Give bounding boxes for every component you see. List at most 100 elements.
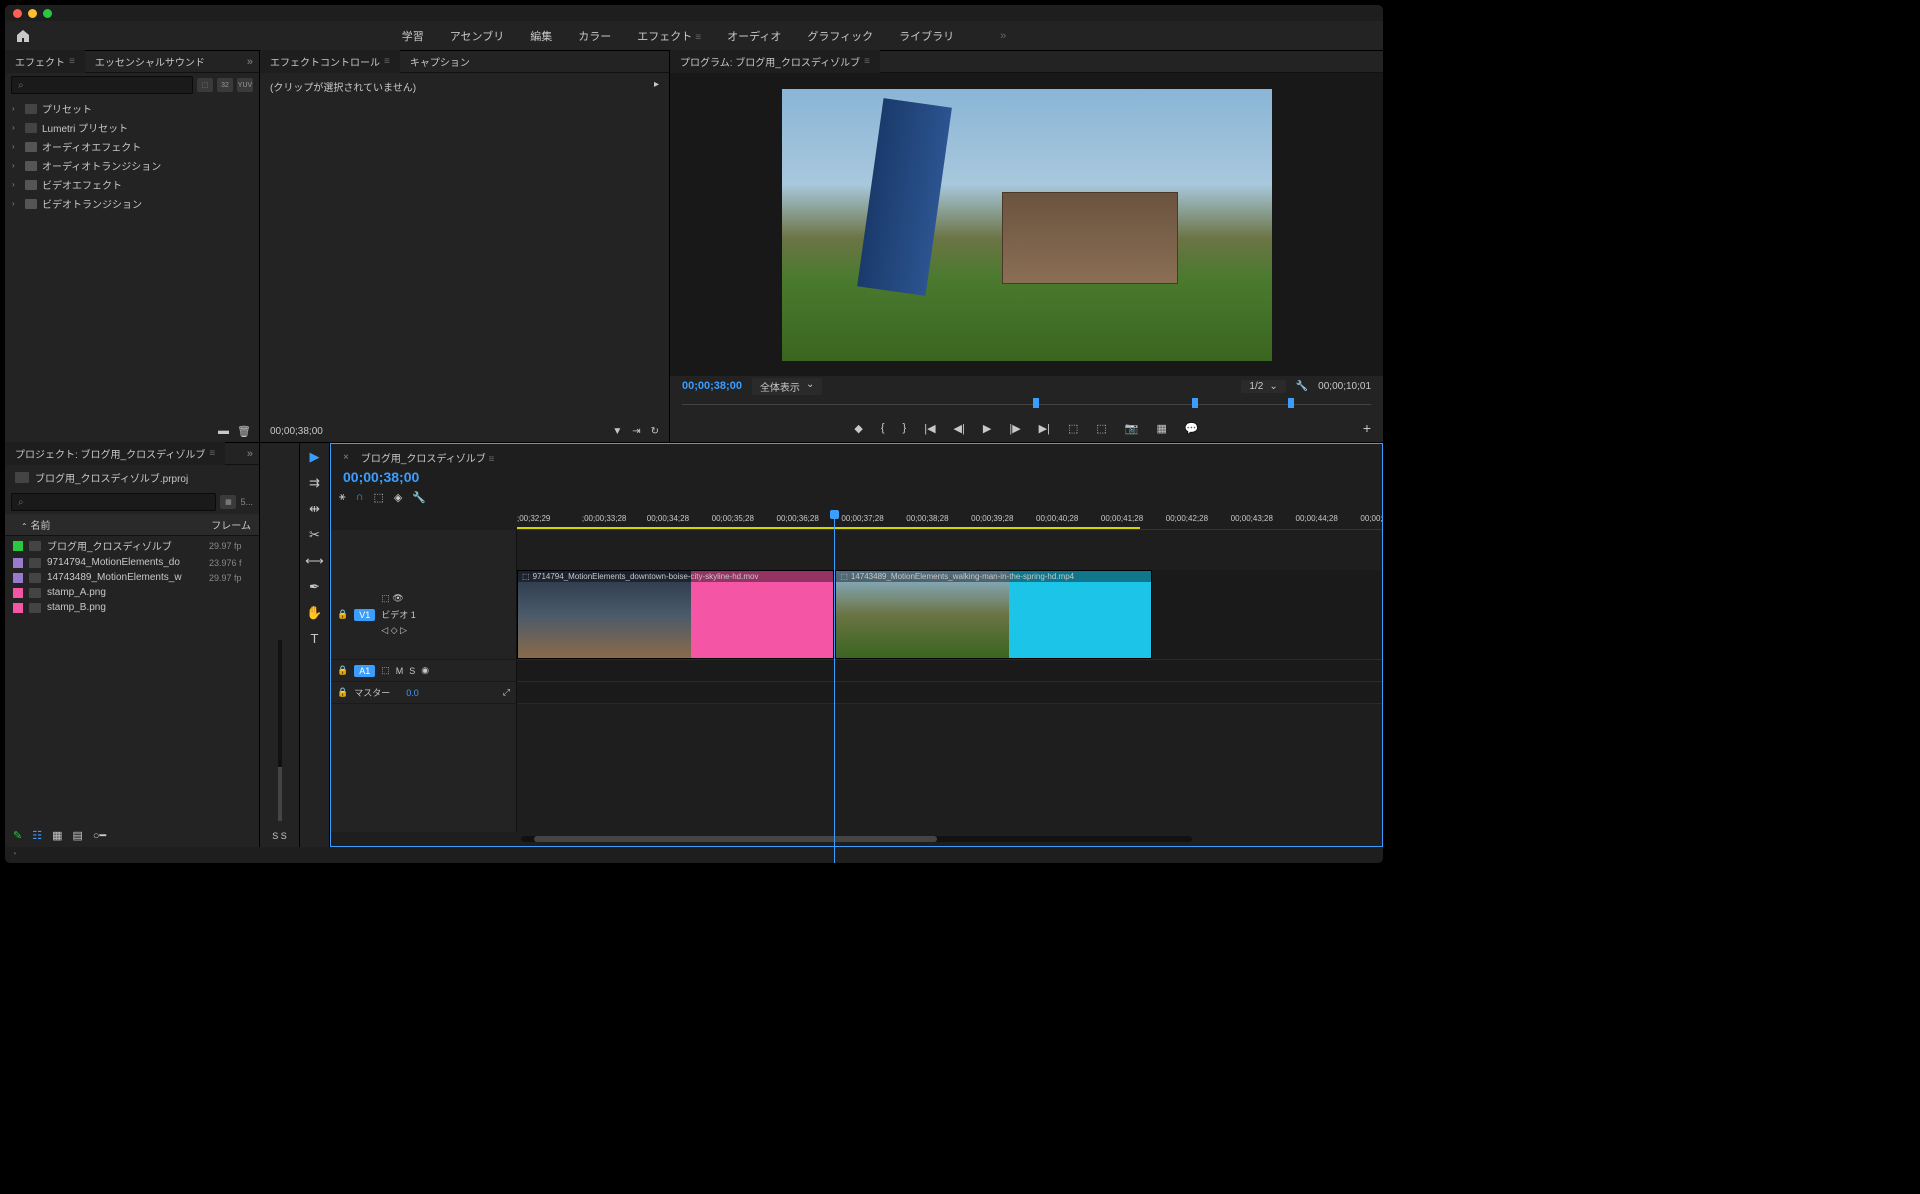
timeline-ruler[interactable]: ;00;32;29;00;00;33;2800;00;34;2800;00;35… — [517, 512, 1382, 530]
type-tool-icon[interactable]: T — [311, 631, 319, 646]
tab-audio[interactable]: オーディオ — [727, 28, 781, 44]
v1-badge[interactable]: V1 — [354, 609, 375, 621]
mark-out-icon[interactable]: } — [903, 422, 907, 434]
settings-icon[interactable]: 🔧 — [412, 491, 426, 504]
a1-track[interactable] — [517, 660, 1382, 682]
program-timecode[interactable]: 00;00;38;00 — [682, 380, 742, 392]
minimize-window-icon[interactable] — [28, 9, 37, 18]
slip-tool-icon[interactable]: ⟷ — [305, 553, 324, 569]
project-search-input[interactable]: ⌕ — [11, 493, 216, 511]
lock-icon[interactable]: 🔒 — [337, 665, 348, 676]
program-tab[interactable]: プログラム: ブログ用_クロスディゾルブ ≡ — [670, 50, 880, 73]
a1-badge[interactable]: A1 — [354, 665, 375, 677]
pen-tool-icon[interactable]: ✒ — [309, 579, 320, 595]
icon-view-icon[interactable]: ▦ — [52, 829, 62, 842]
col-fps[interactable]: フレーム — [211, 517, 251, 532]
program-ruler[interactable] — [682, 396, 1371, 414]
collapse-icon[interactable]: ⤢ — [503, 687, 510, 698]
button-editor-icon[interactable]: + — [1363, 420, 1371, 436]
comment-icon[interactable]: 💬 — [1185, 422, 1199, 435]
32bit-badge-icon[interactable]: 32 — [217, 78, 233, 92]
project-item[interactable]: stamp_A.png — [5, 585, 259, 600]
home-icon[interactable] — [15, 28, 31, 44]
go-to-out-icon[interactable]: ▶| — [1039, 422, 1050, 435]
new-bin-icon[interactable]: ▬ — [218, 425, 229, 437]
panel-overflow-icon[interactable]: » — [241, 56, 259, 68]
clip-downtown[interactable]: ⬚9714794_MotionElements_downtown-boise-c… — [517, 570, 834, 659]
razor-tool-icon[interactable]: ✂ — [309, 527, 320, 543]
project-item[interactable]: ブログ用_クロスディゾルブ29.97 fp — [5, 536, 259, 555]
extract-icon[interactable]: ⬚ — [1096, 422, 1106, 435]
export-frame-icon[interactable]: 📷 — [1125, 422, 1139, 435]
nest-icon[interactable]: ⚹ — [339, 491, 346, 504]
timeline-timecode[interactable]: 00;00;38;00 — [339, 467, 426, 487]
work-area-bar[interactable] — [517, 527, 1140, 529]
loop-icon[interactable]: ↻ — [651, 426, 659, 437]
in-marker-icon[interactable] — [1033, 398, 1039, 408]
wrench-icon[interactable]: 🔧 — [1296, 381, 1308, 392]
tree-item-video-trans[interactable]: ›ビデオトランジション — [9, 194, 255, 213]
selection-tool-icon[interactable]: ▶ — [310, 449, 320, 465]
mark-in-icon[interactable]: { — [881, 422, 885, 434]
step-forward-icon[interactable]: |▶ — [1009, 422, 1020, 435]
tree-item-audio-fx[interactable]: ›オーディオエフェクト — [9, 137, 255, 156]
tab-library[interactable]: ライブラリ — [899, 28, 954, 44]
comparison-icon[interactable]: ▦ — [1157, 422, 1167, 435]
add-marker-icon[interactable]: ◆ — [854, 422, 862, 435]
tree-item-lumetri[interactable]: ›Lumetri プリセット — [9, 118, 255, 137]
trash-icon[interactable]: 🗑 — [237, 425, 251, 438]
timeline-tab[interactable]: ブログ用_クロスディゾルブ ≡ — [353, 448, 503, 467]
project-tab[interactable]: プロジェクト: ブログ用_クロスディゾルブ ≡ — [5, 442, 225, 465]
timeline-tracks[interactable]: ⬚9714794_MotionElements_downtown-boise-c… — [517, 530, 1382, 832]
mute-icon[interactable]: ⬚ — [381, 665, 390, 676]
filter-icon[interactable]: ▦ — [220, 495, 236, 509]
tree-item-presets[interactable]: ›プリセット — [9, 99, 255, 118]
fit-dropdown[interactable]: 全体表示⌄ — [752, 378, 822, 395]
step-icon[interactable]: ⇥ — [632, 426, 640, 437]
effects-tab[interactable]: エフェクト ≡ — [5, 50, 85, 73]
fxcontrol-tab[interactable]: エフェクトコントロール ≡ — [260, 50, 400, 73]
v1-track-header[interactable]: 🔒 V1 ⬚ 👁 ビデオ 1 ◁ ◇ ▷ — [331, 570, 516, 660]
v1-track[interactable]: ⬚9714794_MotionElements_downtown-boise-c… — [517, 570, 1382, 660]
creative-cloud-icon[interactable]: ◔ — [5, 847, 1383, 863]
write-icon[interactable]: ✎ — [13, 829, 22, 842]
close-window-icon[interactable] — [13, 9, 22, 18]
audio-meter[interactable] — [278, 640, 282, 821]
clip-walking-man[interactable]: ⬚14743489_MotionElements_walking-man-in-… — [835, 570, 1152, 659]
hand-tool-icon[interactable]: ✋ — [306, 605, 322, 621]
m-icon[interactable]: M — [396, 666, 404, 676]
ripple-tool-icon[interactable]: ⇹ — [309, 501, 320, 517]
track-select-tool-icon[interactable]: ⇉ — [309, 475, 320, 491]
master-value[interactable]: 0.0 — [406, 688, 419, 698]
lock-icon[interactable]: 🔒 — [337, 609, 348, 620]
master-track[interactable] — [517, 682, 1382, 704]
kf-icon[interactable]: ◇ — [391, 625, 398, 635]
essential-sound-tab[interactable]: エッセンシャルサウンド — [85, 50, 215, 73]
lock-icon[interactable]: 🔒 — [337, 687, 348, 698]
yuv-badge-icon[interactable]: YUV — [237, 78, 253, 92]
out-marker-icon[interactable] — [1288, 398, 1294, 408]
project-item[interactable]: 14743489_MotionElements_w29.97 fp — [5, 570, 259, 585]
col-name[interactable]: ⌃ 名前 — [21, 517, 211, 532]
next-kf-icon[interactable]: ▷ — [400, 625, 407, 635]
go-to-in-icon[interactable]: |◀ — [924, 422, 935, 435]
freeform-view-icon[interactable]: ▤ — [73, 829, 83, 842]
tab-color[interactable]: カラー — [578, 28, 611, 44]
playhead-marker-icon[interactable] — [1192, 398, 1198, 408]
preset-badge-icon[interactable]: ⬚ — [197, 78, 213, 92]
marker-icon[interactable]: ◈ — [394, 491, 402, 504]
step-back-icon[interactable]: ◀| — [954, 422, 965, 435]
caption-tab[interactable]: キャプション — [400, 50, 480, 73]
project-item[interactable]: stamp_B.png — [5, 600, 259, 615]
lift-icon[interactable]: ⬚ — [1068, 422, 1078, 435]
maximize-window-icon[interactable] — [43, 9, 52, 18]
eye-icon[interactable]: 👁 — [392, 593, 403, 603]
record-icon[interactable]: ◉ — [421, 665, 429, 676]
tree-item-audio-trans[interactable]: ›オーディオトランジション — [9, 156, 255, 175]
tree-item-video-fx[interactable]: ›ビデオエフェクト — [9, 175, 255, 194]
tab-graphics[interactable]: グラフィック — [807, 28, 873, 44]
target-icon[interactable]: ⬚ — [381, 593, 390, 603]
linked-selection-icon[interactable]: ⬚ — [374, 491, 384, 504]
tab-learn[interactable]: 学習 — [402, 28, 424, 44]
tab-assembly[interactable]: アセンブリ — [450, 28, 504, 44]
